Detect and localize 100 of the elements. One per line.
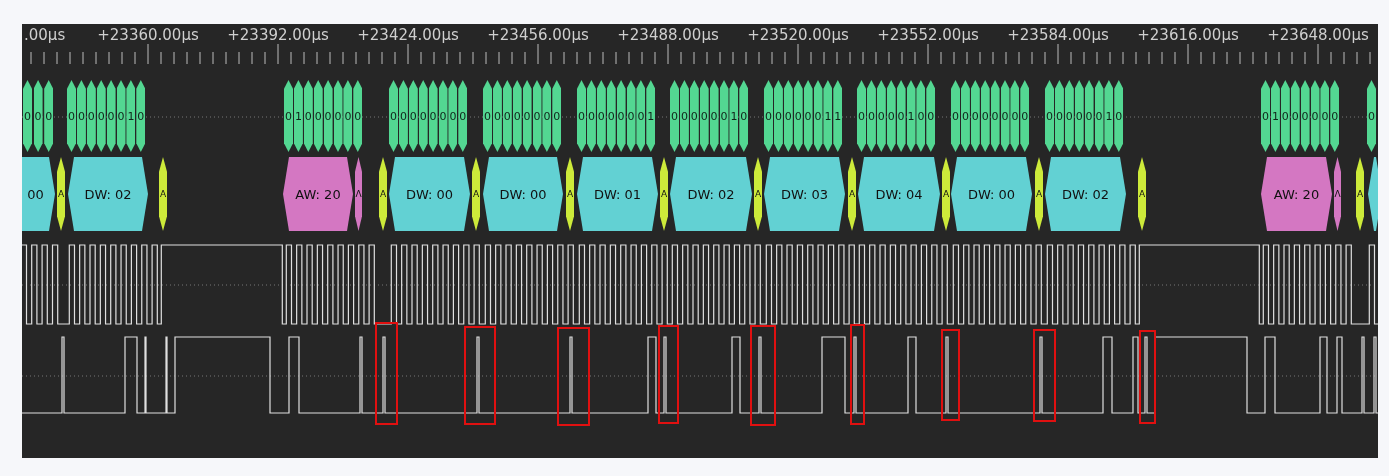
- data-word-marker: DW: 04: [858, 157, 940, 231]
- bit-marker: 0: [33, 80, 43, 152]
- bit-marker: 0: [970, 80, 980, 152]
- bit-marker: 0: [1261, 80, 1270, 152]
- bit-marker: 0: [626, 80, 636, 152]
- bit-marker: 0: [1020, 80, 1030, 152]
- bit-marker: 1: [833, 80, 843, 152]
- bit-marker: 0: [670, 80, 679, 152]
- bit-marker: 1: [293, 80, 303, 152]
- bit-marker: 0: [483, 80, 492, 152]
- bit-marker: 0: [1367, 80, 1376, 152]
- bit-marker: 0: [389, 80, 398, 152]
- bit-marker: 0: [1045, 80, 1054, 152]
- bit-marker: 0: [1000, 80, 1010, 152]
- time-label: +23648.00µs: [1267, 26, 1369, 44]
- data-word-marker: DW: 00: [951, 157, 1032, 231]
- bit-marker: 0: [542, 80, 552, 152]
- bit-marker: 0: [1064, 80, 1074, 152]
- bit-marker: 0: [408, 80, 418, 152]
- bit-marker: 0: [951, 80, 960, 152]
- bit-marker: 0: [353, 80, 363, 152]
- bit-marker: 0: [586, 80, 596, 152]
- bit-marker: 0: [136, 80, 146, 152]
- bit-marker: 0: [709, 80, 719, 152]
- bit-marker: 0: [333, 80, 343, 152]
- bit-marker: 0: [926, 80, 936, 152]
- bit-marker: 0: [773, 80, 783, 152]
- time-label: +23392.00µs: [227, 26, 329, 44]
- bit-marker: 1: [1104, 80, 1114, 152]
- bit-marker: 0: [532, 80, 542, 152]
- bit-marker: 0: [783, 80, 793, 152]
- bit-marker: 0: [1330, 80, 1340, 152]
- bit-marker: 0: [492, 80, 502, 152]
- bit-marker: 0: [1280, 80, 1290, 152]
- bit-marker: 0: [699, 80, 709, 152]
- bit-marker: 0: [1010, 80, 1020, 152]
- bit-marker: 0: [1074, 80, 1084, 152]
- bit-marker: 0: [577, 80, 586, 152]
- bit-marker: 0: [428, 80, 438, 152]
- data-word-marker: 00: [22, 157, 55, 231]
- bit-marker: 0: [896, 80, 906, 152]
- bit-marker: 0: [418, 80, 428, 152]
- bit-marker: 1: [1270, 80, 1280, 152]
- bit-marker: 0: [303, 80, 313, 152]
- bit-marker: 0: [960, 80, 970, 152]
- bit-marker: 0: [398, 80, 408, 152]
- bit-marker: 0: [86, 80, 96, 152]
- bit-marker: 1: [646, 80, 656, 152]
- time-label: +23520.00µs: [747, 26, 849, 44]
- bit-marker: 0: [116, 80, 126, 152]
- bit-marker: 0: [438, 80, 448, 152]
- bit-marker: 0: [512, 80, 522, 152]
- bit-marker: 0: [679, 80, 689, 152]
- bit-marker: 0: [323, 80, 333, 152]
- bit-marker: 0: [1310, 80, 1320, 152]
- bit-marker: 0: [886, 80, 896, 152]
- bit-marker: 0: [1114, 80, 1124, 152]
- data-word-marker: DW: 01: [577, 157, 658, 231]
- bit-marker: 1: [729, 80, 739, 152]
- data-word-marker: DW: 02: [670, 157, 752, 231]
- bit-marker: 0: [876, 80, 886, 152]
- bit-marker: 0: [458, 80, 468, 152]
- bit-marker: 0: [596, 80, 606, 152]
- bit-marker: 0: [1054, 80, 1064, 152]
- bit-marker: 0: [1084, 80, 1094, 152]
- bit-marker: 0: [23, 80, 32, 152]
- bit-marker: 0: [1094, 80, 1104, 152]
- bit-marker: 0: [866, 80, 876, 152]
- bit-marker: 0: [813, 80, 823, 152]
- time-label: +23488.00µs: [617, 26, 719, 44]
- bit-marker: 0: [793, 80, 803, 152]
- bit-marker: 0: [739, 80, 749, 152]
- bit-marker: 0: [284, 80, 293, 152]
- bit-marker: 0: [916, 80, 926, 152]
- bit-marker: 1: [126, 80, 136, 152]
- time-label: +23424.00µs: [357, 26, 459, 44]
- address-marker: AW: 20: [283, 157, 353, 231]
- bit-marker: 0: [980, 80, 990, 152]
- time-label: +23552.00µs: [877, 26, 979, 44]
- time-label: +23616.00µs: [1137, 26, 1239, 44]
- rw-marker: Λ: [355, 157, 362, 231]
- bit-marker: 1: [823, 80, 833, 152]
- bit-marker: 0: [313, 80, 323, 152]
- bit-marker: 0: [764, 80, 773, 152]
- bit-marker: 0: [1290, 80, 1300, 152]
- bit-marker: 0: [1300, 80, 1310, 152]
- bit-marker: 0: [1320, 80, 1330, 152]
- bit-marker: 0: [343, 80, 353, 152]
- bit-marker: 0: [67, 80, 76, 152]
- rw-marker: Λ: [1334, 157, 1341, 231]
- data-word-marker: DW: 00: [389, 157, 470, 231]
- bit-marker: 0: [522, 80, 532, 152]
- bit-marker: 0: [44, 80, 54, 152]
- bit-marker: 0: [76, 80, 86, 152]
- bit-marker: 0: [448, 80, 458, 152]
- time-label: +23360.00µs: [97, 26, 199, 44]
- bit-marker: 0: [636, 80, 646, 152]
- bit-marker: 0: [857, 80, 866, 152]
- time-label: +23584.00µs: [1007, 26, 1109, 44]
- bit-marker: 0: [616, 80, 626, 152]
